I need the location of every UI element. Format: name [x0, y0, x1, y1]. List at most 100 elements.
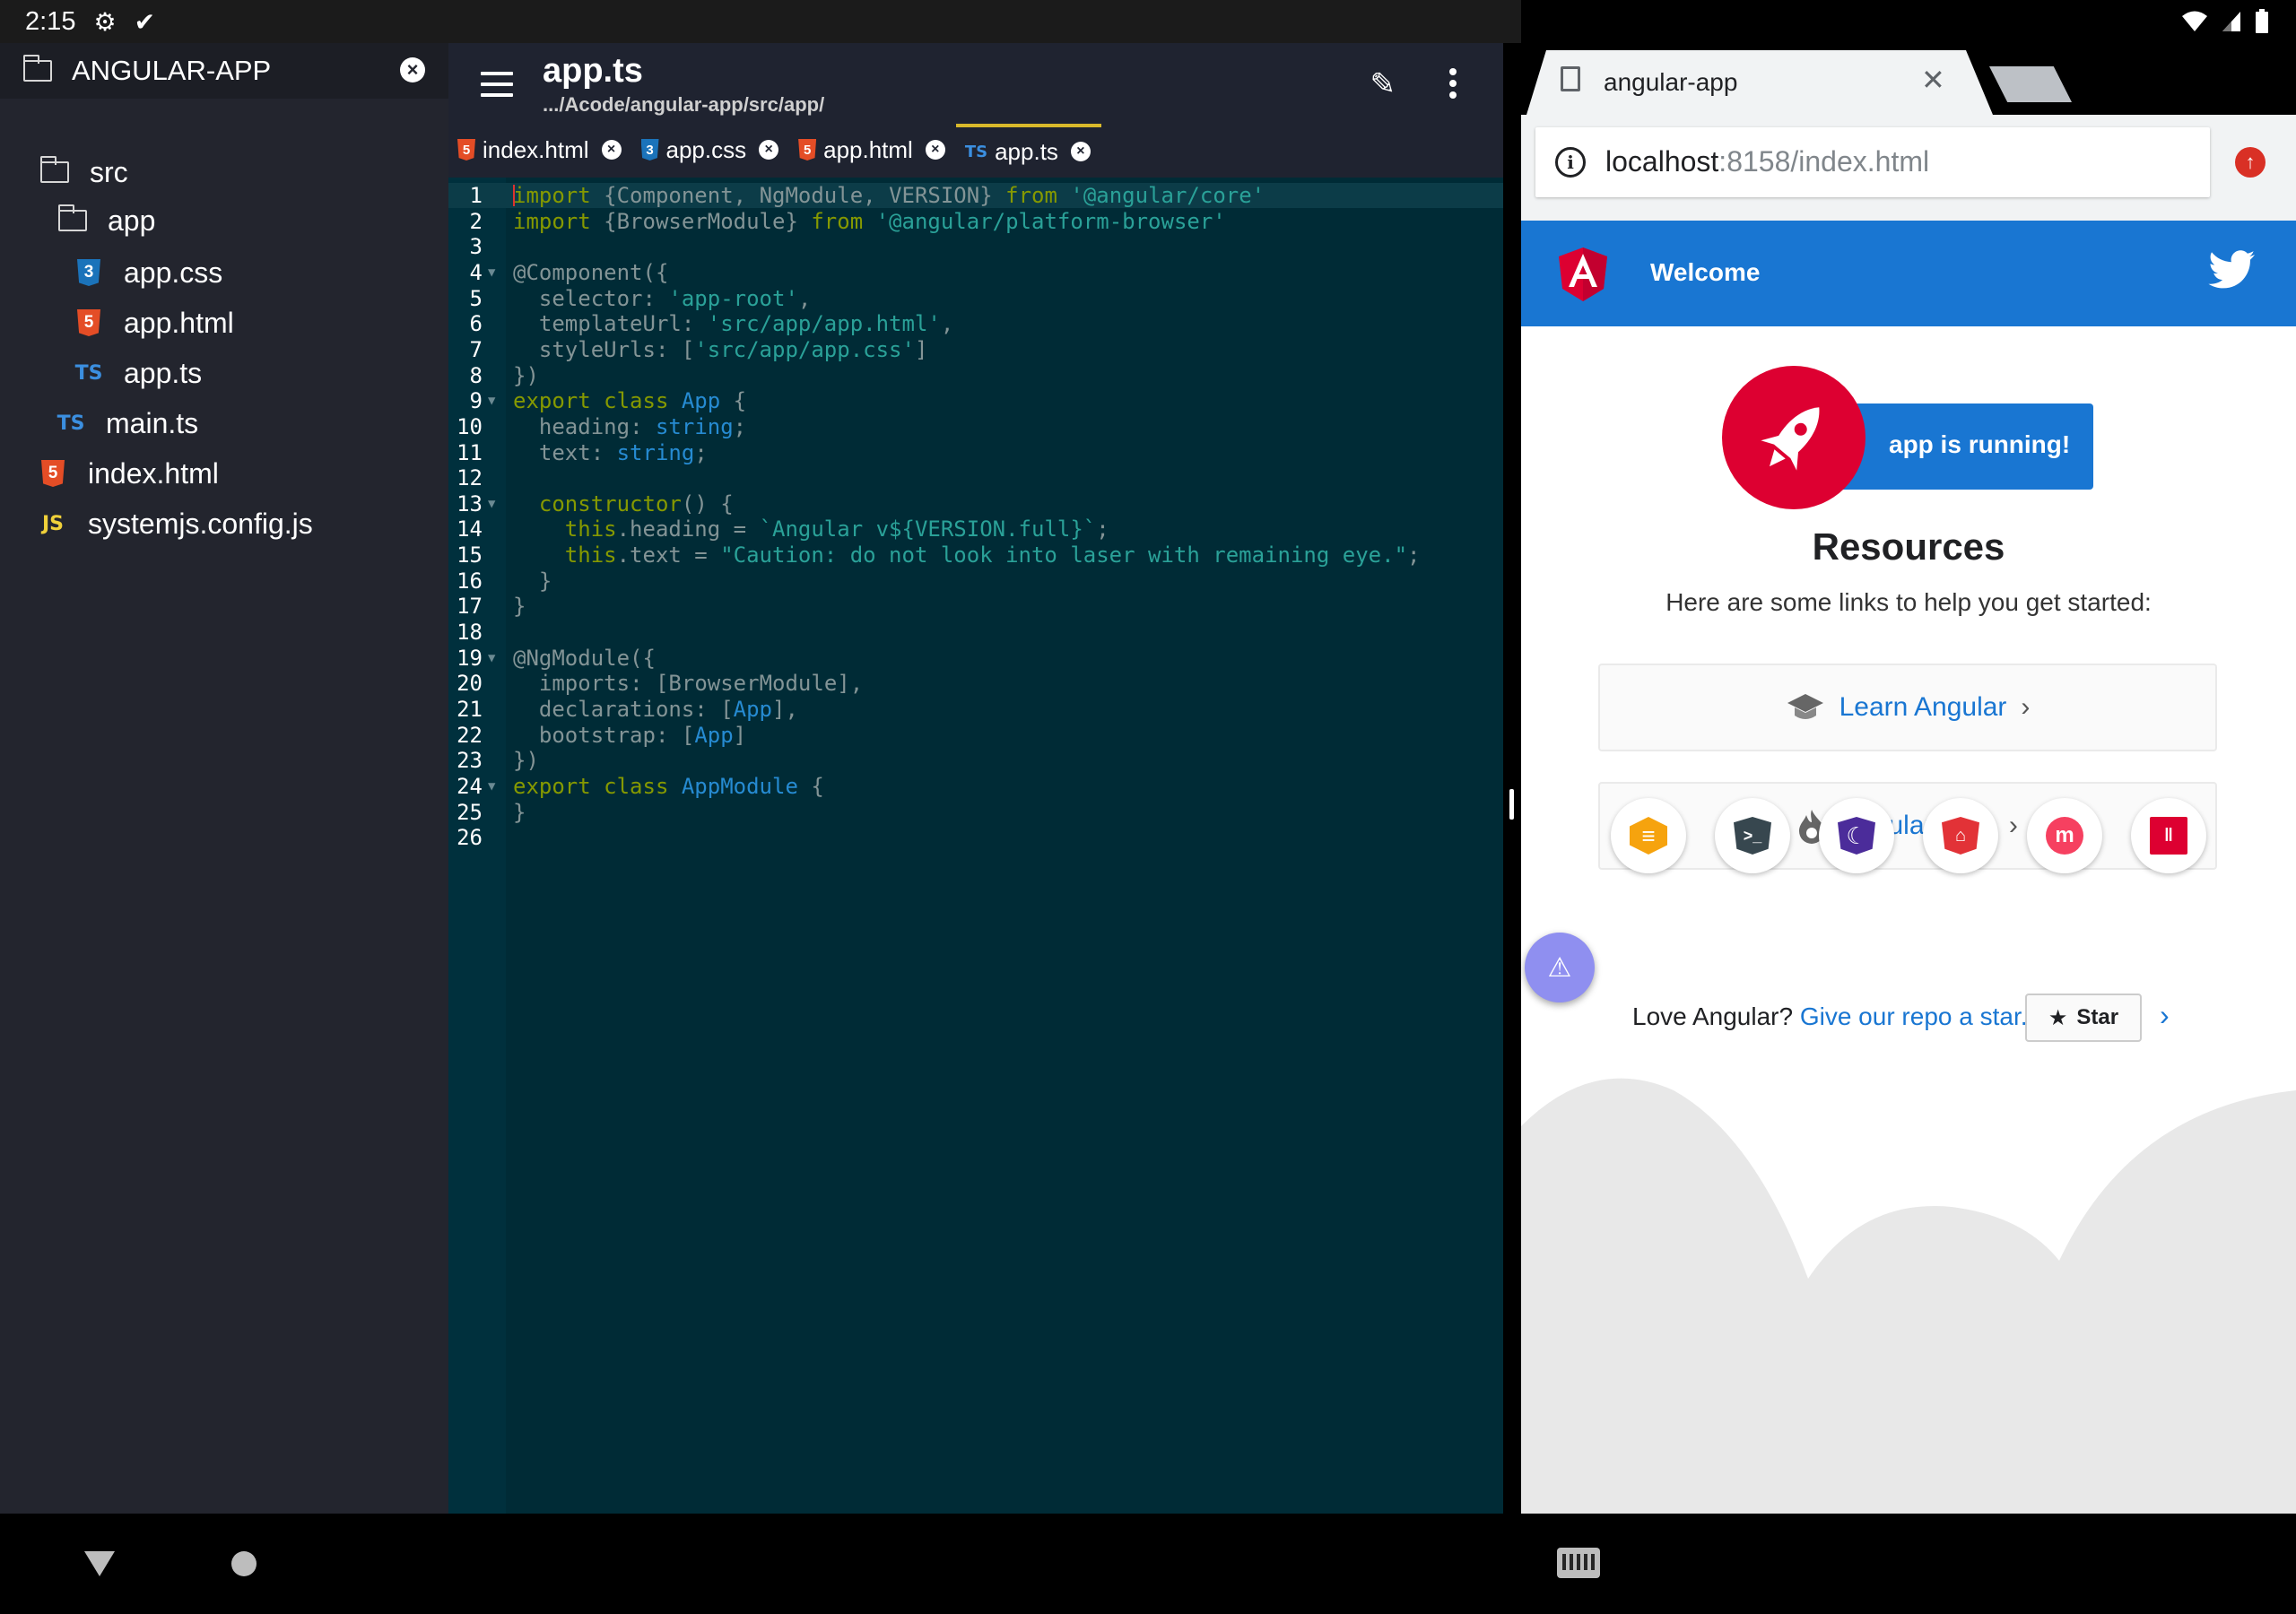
- fold-arrow-icon[interactable]: ▼: [488, 388, 495, 413]
- project-name: ANGULAR-APP: [72, 55, 272, 86]
- tree-folder-src[interactable]: src: [39, 147, 128, 197]
- more-options-icon[interactable]: [1449, 68, 1457, 103]
- code-line[interactable]: 16 }: [448, 568, 1503, 594]
- tree-file-app-html[interactable]: 5 app.html: [74, 298, 234, 348]
- code-line[interactable]: 24 ▼ export class AppModule {: [448, 774, 1503, 799]
- discord-icon[interactable]: ‖: [2131, 798, 2206, 873]
- tree-file-main-ts[interactable]: TS main.ts: [56, 398, 199, 448]
- code-line[interactable]: 14 this.heading = `Angular v${VERSION.fu…: [448, 516, 1503, 542]
- tab-index-html[interactable]: 5 index.html ×: [448, 124, 632, 176]
- rocket-icon: [1722, 366, 1866, 509]
- fold-arrow-icon[interactable]: ▼: [488, 646, 495, 671]
- code-text: imports: [BrowserModule],: [538, 671, 864, 697]
- github-star-button[interactable]: ★ Star: [2025, 994, 2142, 1042]
- tree-file-index-html[interactable]: 5 index.html: [38, 448, 219, 499]
- repo-star-link[interactable]: Give our repo a star.: [1800, 1002, 2028, 1030]
- file-tree-root[interactable]: ANGULAR-APP ×: [0, 43, 448, 99]
- star-button-label: Star: [2076, 1005, 2119, 1029]
- hamburger-menu-icon[interactable]: [481, 72, 513, 97]
- tab-app-css[interactable]: 3 app.css ×: [632, 124, 790, 176]
- meetup-icon[interactable]: m: [2027, 798, 2102, 873]
- code-line[interactable]: 7 styleUrls: ['src/app/app.css']: [448, 337, 1503, 362]
- close-tab-icon[interactable]: ×: [601, 140, 622, 160]
- code-line[interactable]: 8}): [448, 363, 1503, 388]
- fold-arrow-icon[interactable]: ▼: [488, 260, 495, 285]
- close-icon[interactable]: ✕: [1921, 63, 1945, 97]
- split-screen-divider[interactable]: [1503, 43, 1521, 1514]
- web-page: Welcome app is running! Resources Here a…: [1521, 221, 2296, 1514]
- url-text[interactable]: localhost:8158/index.html: [1605, 145, 1929, 178]
- editor-header: app.ts .../Acode/angular-app/src/app/ ✎: [448, 43, 1503, 124]
- close-tab-icon[interactable]: ×: [1070, 142, 1091, 161]
- line-number: 4: [469, 259, 483, 285]
- chevron-right-icon: ›: [2021, 692, 2031, 722]
- code-line[interactable]: 4 ▼ @Component({: [448, 260, 1503, 285]
- code-line[interactable]: 12: [448, 465, 1503, 490]
- tab-label: app.css: [665, 135, 747, 163]
- line-number: 5: [469, 285, 483, 311]
- keyboard-icon[interactable]: [1557, 1548, 1600, 1578]
- augury-icon[interactable]: ☾: [1819, 798, 1894, 873]
- fold-arrow-icon[interactable]: ▼: [488, 491, 495, 516]
- code-line[interactable]: 25}: [448, 800, 1503, 825]
- code-line[interactable]: 5 selector: 'app-root',: [448, 286, 1503, 311]
- tab-app-html[interactable]: 5 app.html ×: [789, 124, 956, 176]
- code-line[interactable]: 13 ▼ constructor() {: [448, 491, 1503, 516]
- new-tab-button[interactable]: [1989, 66, 2072, 102]
- protractor-icon[interactable]: ⌂: [1923, 798, 1998, 873]
- code-line[interactable]: 9 ▼ export class App {: [448, 388, 1503, 413]
- warning-fab-button[interactable]: ⚠: [1525, 933, 1595, 1002]
- line-number: 7: [469, 336, 483, 362]
- line-number: 17: [457, 594, 483, 620]
- address-bar[interactable]: i localhost:8158/index.html: [1535, 127, 2210, 197]
- code-text: export class App {: [513, 388, 747, 414]
- fold-arrow-icon[interactable]: ▼: [488, 774, 495, 799]
- twitter-icon[interactable]: [2206, 249, 2257, 294]
- divider-handle[interactable]: [1509, 789, 1514, 820]
- code-line[interactable]: 17}: [448, 594, 1503, 619]
- code-text: this.heading = `Angular v${VERSION.full}…: [564, 516, 1109, 542]
- code-line[interactable]: 1 import {Component, NgModule, VERSION} f…: [448, 183, 1503, 208]
- code-line[interactable]: 19 ▼ @NgModule({: [448, 646, 1503, 671]
- browser-pane: angular-app ✕ i localhost:8158/index.htm…: [1521, 43, 2296, 1514]
- line-number: 15: [457, 542, 483, 568]
- star-icon: ★: [2048, 1005, 2068, 1030]
- close-tab-icon[interactable]: ×: [759, 140, 779, 160]
- animations-icon[interactable]: ≡: [1611, 798, 1686, 873]
- chevron-right-icon[interactable]: ›: [2160, 999, 2170, 1032]
- code-line[interactable]: 2 import {BrowserModule} from '@angular/p…: [448, 209, 1503, 234]
- home-icon[interactable]: [231, 1551, 257, 1576]
- info-icon[interactable]: i: [1555, 147, 1586, 178]
- learn-angular-card[interactable]: Learn Angular ›: [1598, 664, 2217, 751]
- angular-blog-card[interactable]: Angular Blog ›: [1598, 782, 2217, 870]
- tree-file-app-ts[interactable]: TS app.ts: [74, 348, 203, 398]
- navigation-bar: [0, 1514, 2296, 1614]
- tree-file-app-css[interactable]: 3 app.css: [74, 247, 222, 298]
- close-project-icon[interactable]: ×: [400, 57, 425, 82]
- browser-tab[interactable]: angular-app ✕: [1526, 50, 1993, 115]
- cli-icon[interactable]: >_: [1715, 798, 1790, 873]
- back-icon[interactable]: [84, 1551, 115, 1576]
- code-line[interactable]: 23}): [448, 748, 1503, 773]
- code-line[interactable]: 15 this.text = "Caution: do not look int…: [448, 542, 1503, 568]
- close-tab-icon[interactable]: ×: [925, 140, 945, 160]
- code-line[interactable]: 26: [448, 825, 1503, 850]
- code-area[interactable]: 1 import {Component, NgModule, VERSION} f…: [448, 178, 1503, 1514]
- code-line[interactable]: 18: [448, 620, 1503, 645]
- code-line[interactable]: 21 declarations: [App],: [448, 697, 1503, 722]
- tree-file-systemjs-config[interactable]: JS systemjs.config.js: [38, 499, 313, 549]
- code-line[interactable]: 22 bootstrap: [App]: [448, 723, 1503, 748]
- update-icon[interactable]: ↑: [2235, 147, 2266, 178]
- browser-tab-strip: angular-app ✕: [1521, 43, 2296, 115]
- code-line[interactable]: 6 templateUrl: 'src/app/app.html',: [448, 311, 1503, 336]
- code-line[interactable]: 3: [448, 234, 1503, 259]
- tab-app-ts[interactable]: TS app.ts ×: [955, 124, 1101, 176]
- code-line[interactable]: 10 heading: string;: [448, 414, 1503, 439]
- current-file-path: .../Acode/angular-app/src/app/: [543, 93, 825, 116]
- app-running-banner: app is running!: [1722, 366, 2093, 515]
- code-line[interactable]: 11 text: string;: [448, 440, 1503, 465]
- edit-pencil-icon[interactable]: ✎: [1370, 66, 1396, 102]
- code-line[interactable]: 20 imports: [BrowserModule],: [448, 671, 1503, 696]
- tree-folder-app[interactable]: app: [57, 195, 155, 246]
- code-text: heading: string;: [538, 413, 747, 439]
